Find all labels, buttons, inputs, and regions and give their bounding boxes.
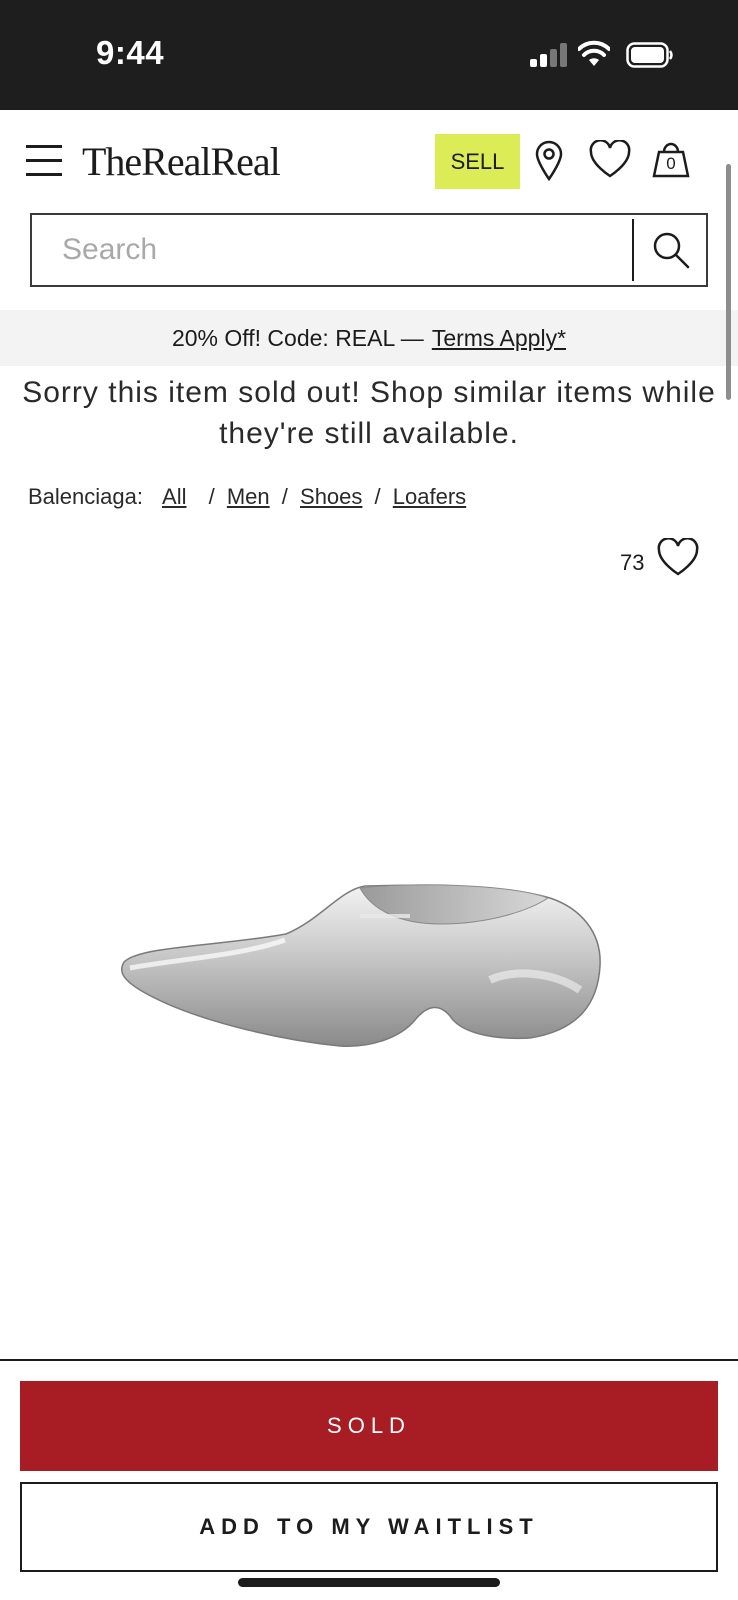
terms-link[interactable]: Terms Apply* — [432, 325, 566, 352]
location-pin-icon[interactable] — [534, 140, 564, 182]
breadcrumb-shoes[interactable]: Shoes — [300, 484, 362, 509]
site-header: TheRealReal SELL 0 — [0, 110, 738, 210]
home-indicator[interactable] — [238, 1578, 500, 1587]
favorite-count: 73 — [620, 550, 645, 575]
product-image — [120, 884, 601, 1047]
add-to-waitlist-button[interactable]: ADD TO MY WAITLIST — [20, 1482, 718, 1572]
bottom-divider — [0, 1359, 738, 1361]
heart-icon[interactable] — [588, 140, 632, 180]
cart-count: 0 — [666, 154, 676, 173]
status-bar: 9:44 — [0, 0, 738, 110]
breadcrumb-all[interactable]: All — [162, 484, 186, 509]
sold-button[interactable]: SOLD — [20, 1381, 718, 1471]
search-icon — [653, 232, 690, 269]
breadcrumb-brand: Balenciaga: — [28, 484, 143, 509]
breadcrumb-separator: / — [208, 484, 215, 509]
wifi-icon — [578, 40, 610, 66]
scrollbar[interactable] — [726, 164, 731, 400]
shopping-bag-icon[interactable]: 0 — [650, 138, 692, 180]
favorite-heart-icon[interactable] — [656, 538, 700, 578]
breadcrumb-separator: / — [374, 484, 381, 509]
menu-icon[interactable] — [26, 145, 62, 177]
promo-banner: 20% Off! Code: REAL — Terms Apply* — [0, 310, 738, 366]
search-button[interactable] — [636, 215, 706, 285]
battery-icon — [626, 42, 673, 68]
status-time: 9:44 — [96, 34, 165, 71]
breadcrumb-separator: / — [281, 484, 288, 509]
search-input[interactable] — [32, 215, 632, 285]
sold-out-message: Sorry this item sold out! Shop similar i… — [22, 376, 716, 450]
breadcrumb-loafers[interactable]: Loafers — [393, 484, 466, 509]
site-logo[interactable]: TheRealReal — [82, 138, 281, 185]
search-bar — [30, 213, 708, 287]
sell-button[interactable]: SELL — [435, 134, 520, 189]
breadcrumb: Balenciaga: All / Men / Shoes / Loafers — [28, 484, 466, 510]
search-divider — [632, 219, 634, 281]
promo-text: 20% Off! Code: REAL — — [171, 324, 424, 351]
signal-icon — [530, 43, 568, 67]
breadcrumb-men[interactable]: Men — [227, 484, 270, 509]
